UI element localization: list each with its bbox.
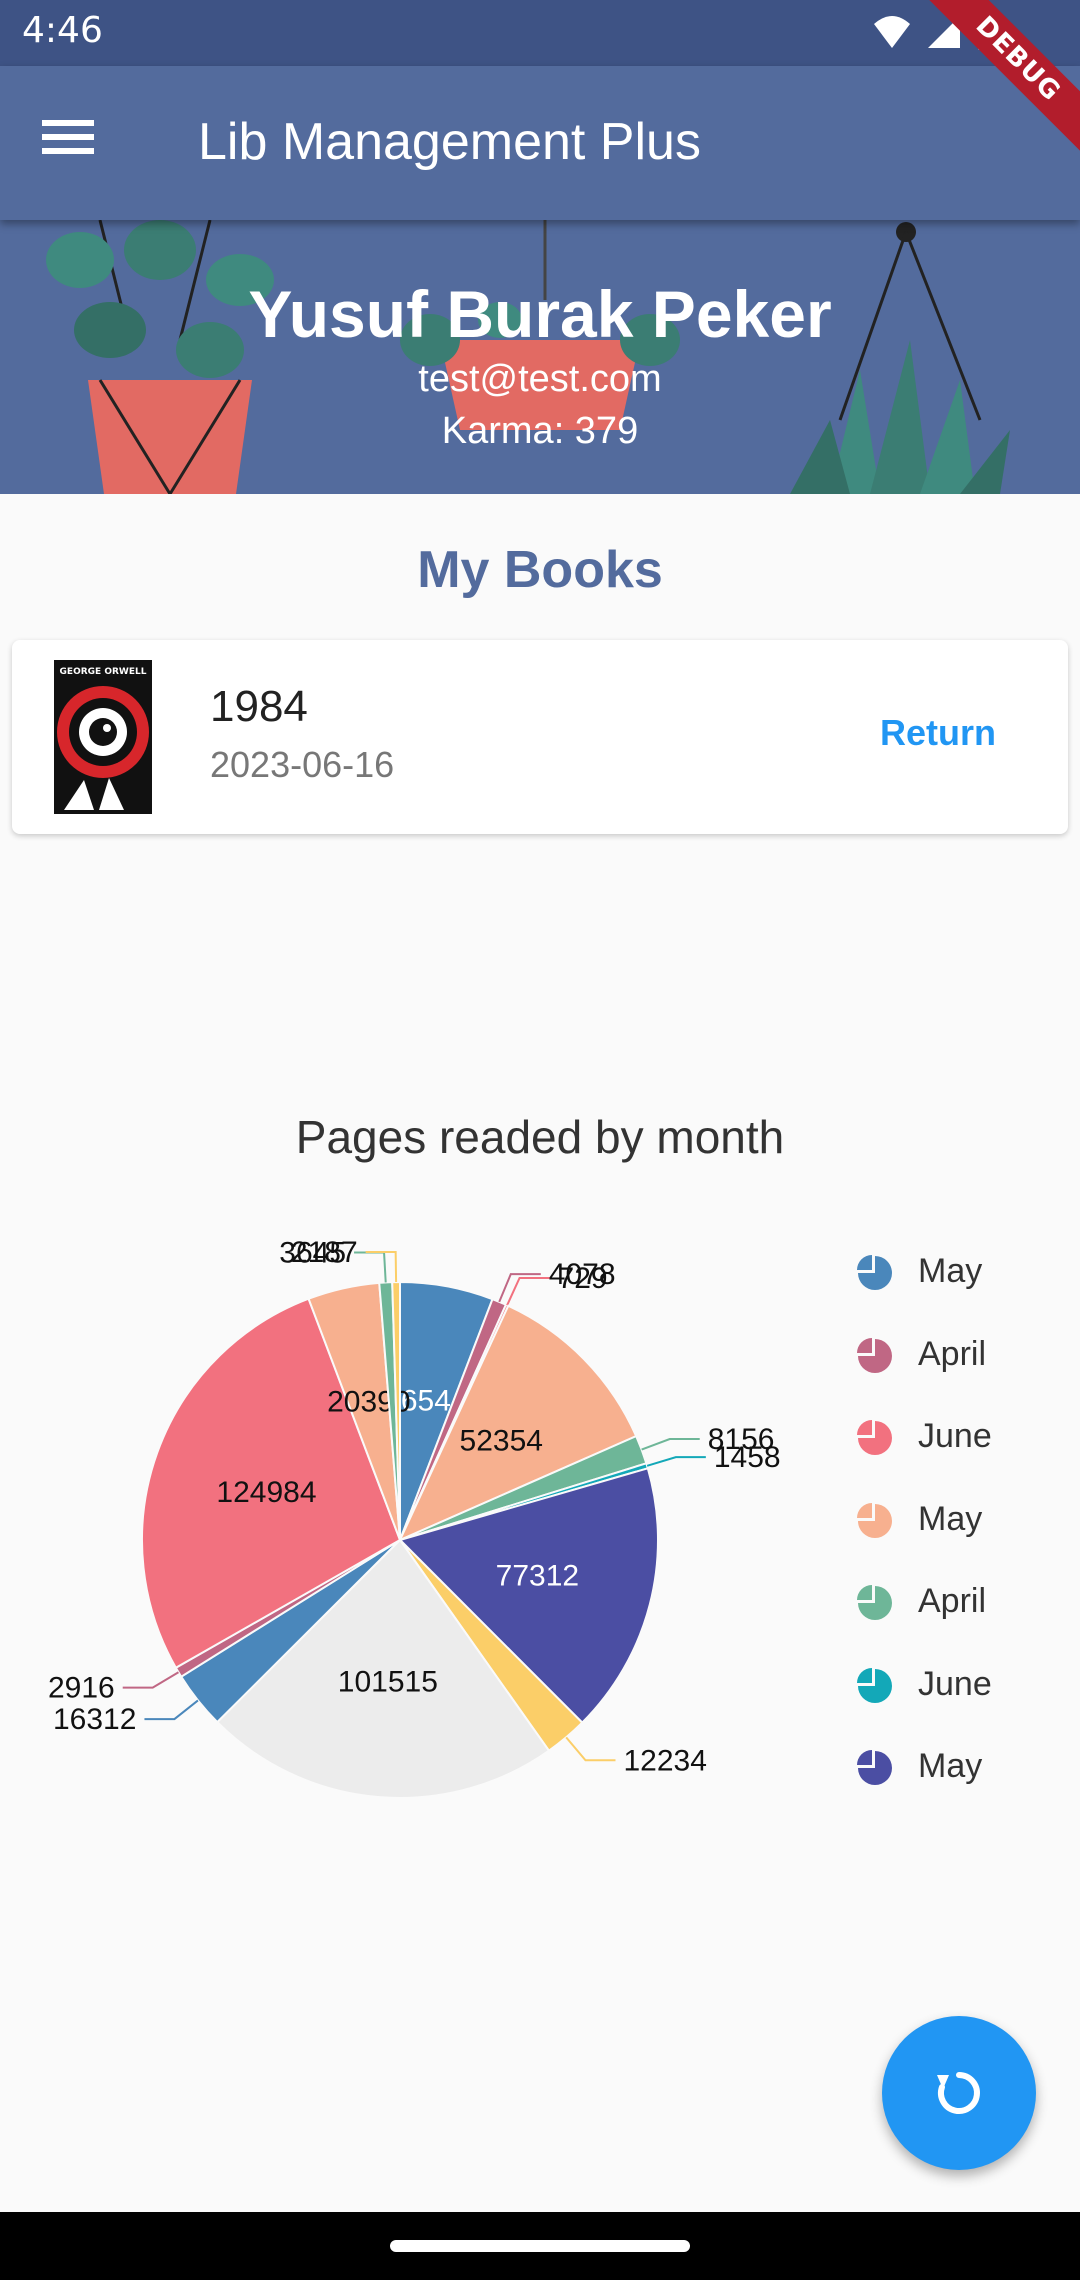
legend-label: April [918,1582,987,1620]
pie-value-label: 1458 [714,1441,781,1474]
pie-value-label: 77312 [496,1559,579,1592]
pie-value-label: 2187 [291,1236,358,1269]
pie-value-label: 101515 [338,1665,438,1698]
refresh-icon [937,2072,980,2114]
pie-legend-icon [857,1502,892,1538]
pie-value-label: 12234 [624,1744,707,1777]
chart-title: Pages readed by month [295,1111,785,1163]
pie-value-label: 16312 [53,1703,136,1736]
pie-leader-line [365,1251,398,1283]
book-title: 1984 [210,682,308,731]
legend-label: June [918,1664,992,1703]
pie-legend-icon [857,1585,892,1620]
pie-value-label: 729 [558,1262,608,1295]
legend-label: May [918,1252,983,1290]
pie-leader-line [144,1699,199,1721]
pie-legend-icon [857,1750,892,1785]
profile-name: Yusuf Burak Peker [248,277,832,351]
pie-legend-icon [857,1420,892,1455]
book-cover-text: GEORGE ORWELL [60,667,147,677]
pie-leader-line [646,1456,706,1467]
profile-header: Yusuf Burak Peker test@test.com Karma: 3… [0,220,1080,494]
profile-email: test@test.com [418,358,662,400]
section-title: My Books [417,541,663,599]
hamburger-icon[interactable] [42,114,112,174]
legend-label: May [918,1499,983,1538]
pie-chart: 26544407872952354 81561458773121223410151… [48,1236,781,1799]
pie-legend-icon [857,1255,892,1290]
app-bar: Lib Management Plus [0,66,1080,220]
pie-leader-line [506,1276,550,1306]
home-handle[interactable] [390,2240,690,2252]
wifi-icon [874,16,910,48]
pie-value-label: 2916 [48,1672,115,1705]
navigation-bar [0,2212,1080,2280]
pie-leader-line [354,1251,387,1283]
pie-legend-icon [857,1667,892,1703]
legend-label: May [918,1747,983,1785]
pie-value-label: 124984 [216,1476,316,1509]
book-cover: GEORGE ORWELL [54,660,152,814]
legend-label: April [918,1334,987,1373]
legend-label: June [918,1417,992,1455]
app-title: Lib Management Plus [198,113,701,171]
pie-leader-line [565,1736,616,1762]
book-card[interactable]: GEORGE ORWELL 1984 2023-06-16 Return [12,640,1068,834]
pie-value-label: 52354 [460,1425,543,1458]
book-date: 2023-06-16 [210,744,395,785]
profile-karma: Karma: 379 [441,410,639,452]
pie-legend-icon [857,1337,892,1373]
status-bar: 4:46 [0,0,1080,66]
refresh-button[interactable] [882,2016,1036,2170]
pie-leader-line [641,1438,700,1451]
pie-leader-line [122,1671,179,1689]
status-time: 4:46 [22,10,103,51]
return-button[interactable]: Return [880,712,996,754]
